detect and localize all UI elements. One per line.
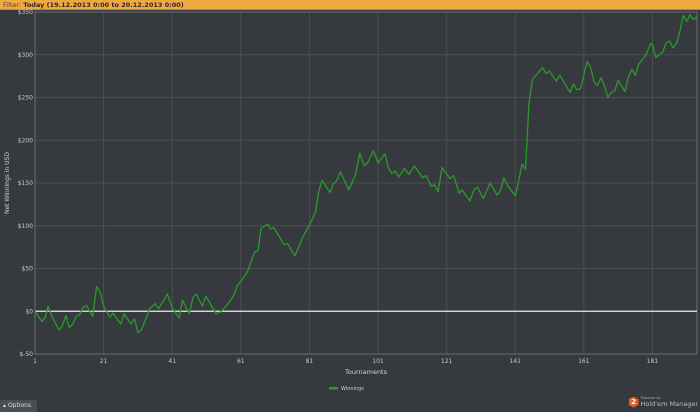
y-tick-label: $300 (18, 52, 33, 59)
y-tick-label: $200 (18, 137, 33, 144)
brand-logo: 2 Powered by Hold'em Manager (628, 396, 698, 408)
options-label: Options (7, 402, 32, 409)
y-tick-label: $0 (25, 308, 33, 315)
x-tick-label: 181 (647, 358, 659, 365)
winnings-chart: $-50$0$50$100$150$200$250$300$350 1 21 41 6… (4, 9, 698, 392)
series-line-winnings (34, 13, 698, 334)
x-axis-label: Tournaments (344, 368, 388, 376)
options-button[interactable]: ▴ Options (0, 400, 37, 412)
x-tick-label: 121 (441, 358, 453, 365)
legend-swatch-winnings (329, 387, 338, 390)
y-axis-ticks: $-50 $0 $50 $100 $150 $200 $250 $300 $350 (18, 9, 33, 358)
y-axis-label: Net Winnings in USD (4, 152, 11, 214)
x-tick-label: 41 (168, 358, 176, 365)
x-tick-label: 101 (372, 358, 384, 365)
x-tick-label: 141 (509, 358, 521, 365)
x-axis-ticks: 1 21 41 61 81 101 121 141 161 181 (33, 358, 658, 365)
legend-label-winnings: Winnings (341, 386, 364, 392)
x-tick-label: 21 (100, 358, 108, 365)
grid (34, 11, 697, 355)
y-tick-label: $350 (18, 9, 33, 16)
legend: Winnings (329, 386, 364, 392)
x-tick-label: 81 (306, 358, 314, 365)
brand-name: Hold'em Manager (640, 400, 698, 408)
y-tick-label: $100 (18, 223, 33, 230)
y-tick-label: $50 (22, 266, 34, 273)
expand-up-icon: ▴ (3, 402, 7, 409)
x-tick-label: 61 (237, 358, 245, 365)
y-tick-label: $-50 (19, 351, 33, 358)
hem-logo-icon: 2 (628, 396, 639, 408)
y-tick-label: $250 (18, 95, 33, 102)
y-tick-label: $150 (18, 180, 33, 187)
x-tick-label: 161 (578, 358, 590, 365)
x-tick-label: 1 (33, 358, 37, 365)
